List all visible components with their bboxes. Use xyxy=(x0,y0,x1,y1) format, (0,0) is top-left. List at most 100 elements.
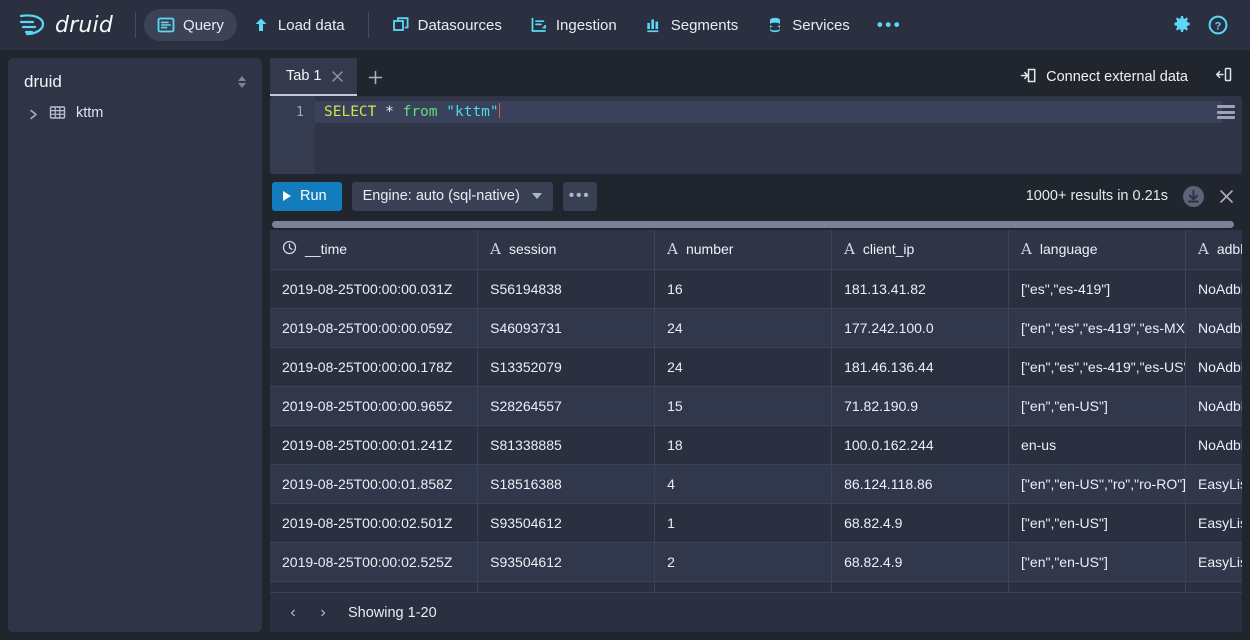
table-cell-language[interactable]: ["es","es-419"] xyxy=(1009,269,1186,308)
close-results-icon[interactable] xyxy=(1219,189,1234,204)
sql-query-line[interactable]: SELECT * from "kttm" xyxy=(315,101,1222,123)
engine-selector[interactable]: Engine: auto (sql-native) xyxy=(352,182,553,211)
nav-more-button[interactable]: ••• xyxy=(865,20,914,30)
table-cell-session[interactable]: S18516388 xyxy=(478,464,655,503)
table-cell-__time[interactable]: 2019-08-25T00:00:02.688Z xyxy=(270,581,478,592)
table-cell-client_ip[interactable]: 71.82.190.9 xyxy=(832,386,1009,425)
more-options-button[interactable]: ••• xyxy=(563,182,597,211)
column-header-adblock_list[interactable]: A adblock_list xyxy=(1186,230,1242,269)
horizontal-scrollbar[interactable] xyxy=(270,218,1242,230)
table-cell-number[interactable]: 15 xyxy=(655,386,832,425)
sql-editor[interactable]: 1 SELECT * from "kttm" xyxy=(270,96,1242,174)
table-cell-client_ip[interactable]: 86.124.118.86 xyxy=(832,464,1009,503)
next-page-button[interactable]: › xyxy=(310,600,336,626)
prev-page-button[interactable]: ‹ xyxy=(280,600,306,626)
column-header-number[interactable]: A number xyxy=(655,230,832,269)
table-cell-session[interactable]: S81338885 xyxy=(478,425,655,464)
run-button[interactable]: Run xyxy=(272,182,342,211)
table-cell-language[interactable]: ["en","en-US"] xyxy=(1009,542,1186,581)
nav-item-datasources[interactable]: Datasources xyxy=(379,9,515,41)
table-cell-session[interactable]: S10002483 xyxy=(478,581,655,592)
table-cell-__time[interactable]: 2019-08-25T00:00:00.031Z xyxy=(270,269,478,308)
table-cell-adblock_list[interactable]: EasyList xyxy=(1186,464,1242,503)
table-cell-language[interactable]: ["en","es","es-419","es-US"] xyxy=(1009,347,1186,386)
table-cell-session[interactable]: S28264557 xyxy=(478,386,655,425)
table-cell-language[interactable]: ["en","es","es-419","es-MX"] xyxy=(1009,308,1186,347)
column-header-__time[interactable]: __time xyxy=(270,230,478,269)
table-cell-session[interactable]: S93504612 xyxy=(478,503,655,542)
table-cell-number[interactable]: 4 xyxy=(655,464,832,503)
gear-icon[interactable] xyxy=(1172,15,1192,35)
table-cell-adblock_list[interactable]: NoAdblock xyxy=(1186,386,1242,425)
table-row[interactable]: 2019-08-25T00:00:01.858ZS18516388486.124… xyxy=(270,464,1242,503)
close-icon[interactable] xyxy=(331,70,344,83)
table-cell-adblock_list[interactable]: NoAdblock xyxy=(1186,308,1242,347)
nav-item-ingestion[interactable]: Ingestion xyxy=(517,9,630,41)
nav-item-services[interactable]: Services xyxy=(753,9,863,41)
table-cell-__time[interactable]: 2019-08-25T00:00:00.178Z xyxy=(270,347,478,386)
table-cell-number[interactable]: 24 xyxy=(655,347,832,386)
table-cell-adblock_list[interactable]: NoAdblock xyxy=(1186,347,1242,386)
brand-logo[interactable]: druid xyxy=(18,13,127,38)
connect-external-data-button[interactable]: Connect external data xyxy=(1011,62,1197,93)
table-cell-client_ip[interactable]: 177.242.100.0 xyxy=(832,308,1009,347)
table-cell-language[interactable]: en-us xyxy=(1009,425,1186,464)
table-cell-adblock_list[interactable]: NoAdblock xyxy=(1186,581,1242,592)
table-cell-language[interactable]: ["en","en-US","ro","ro-RO"] xyxy=(1009,464,1186,503)
table-cell-language[interactable]: en-us xyxy=(1009,581,1186,592)
table-cell-client_ip[interactable]: 68.82.4.9 xyxy=(832,503,1009,542)
schema-selector[interactable]: druid xyxy=(8,66,262,98)
table-cell-__time[interactable]: 2019-08-25T00:00:02.525Z xyxy=(270,542,478,581)
table-cell-__time[interactable]: 2019-08-25T00:00:00.059Z xyxy=(270,308,478,347)
table-cell-session[interactable]: S93504612 xyxy=(478,542,655,581)
table-row[interactable]: 2019-08-25T00:00:00.178ZS1335207924181.4… xyxy=(270,347,1242,386)
table-cell-__time[interactable]: 2019-08-25T00:00:00.965Z xyxy=(270,386,478,425)
chevron-right-icon[interactable] xyxy=(28,107,39,118)
tab-tab-1[interactable]: Tab 1 xyxy=(270,58,357,96)
column-header-client_ip[interactable]: A client_ip xyxy=(832,230,1009,269)
editor-code-area[interactable]: SELECT * from "kttm" xyxy=(315,96,1242,174)
add-tab-button[interactable] xyxy=(357,58,393,96)
table-cell-adblock_list[interactable]: NoAdblock xyxy=(1186,269,1242,308)
table-cell-number[interactable]: 1 xyxy=(655,503,832,542)
table-cell-__time[interactable]: 2019-08-25T00:00:01.858Z xyxy=(270,464,478,503)
collapse-panel-button[interactable] xyxy=(1211,62,1236,92)
table-cell-__time[interactable]: 2019-08-25T00:00:01.241Z xyxy=(270,425,478,464)
table-cell-adblock_list[interactable]: EasyList xyxy=(1186,503,1242,542)
table-row[interactable]: 2019-08-25T00:00:02.688ZS10002483672.93.… xyxy=(270,581,1242,592)
table-cell-number[interactable]: 16 xyxy=(655,269,832,308)
table-row[interactable]: 2019-08-25T00:00:00.059ZS4609373124177.2… xyxy=(270,308,1242,347)
nav-item-query[interactable]: Query xyxy=(144,9,237,41)
column-header-session[interactable]: A session xyxy=(478,230,655,269)
hamburger-menu-icon[interactable] xyxy=(1215,102,1237,122)
nav-item-segments[interactable]: Segments xyxy=(632,9,752,41)
nav-item-load-data[interactable]: Load data xyxy=(239,9,358,41)
table-cell-language[interactable]: ["en","en-US"] xyxy=(1009,503,1186,542)
table-cell-session[interactable]: S13352079 xyxy=(478,347,655,386)
help-icon[interactable]: ? xyxy=(1208,15,1228,35)
table-cell-number[interactable]: 18 xyxy=(655,425,832,464)
table-cell-__time[interactable]: 2019-08-25T00:00:02.501Z xyxy=(270,503,478,542)
table-cell-adblock_list[interactable]: NoAdblock xyxy=(1186,425,1242,464)
table-cell-client_ip[interactable]: 181.46.136.44 xyxy=(832,347,1009,386)
table-row[interactable]: 2019-08-25T00:00:02.525ZS93504612268.82.… xyxy=(270,542,1242,581)
table-cell-client_ip[interactable]: 72.93.52.73 xyxy=(832,581,1009,592)
table-cell-number[interactable]: 24 xyxy=(655,308,832,347)
horizontal-scrollbar-thumb[interactable] xyxy=(272,221,1234,228)
table-cell-adblock_list[interactable]: EasyList xyxy=(1186,542,1242,581)
table-row[interactable]: 2019-08-25T00:00:02.501ZS93504612168.82.… xyxy=(270,503,1242,542)
sidebar-item-kttm[interactable]: kttm xyxy=(8,98,262,127)
results-table-scroll[interactable]: __time A session A xyxy=(270,230,1242,592)
table-cell-number[interactable]: 6 xyxy=(655,581,832,592)
table-cell-client_ip[interactable]: 68.82.4.9 xyxy=(832,542,1009,581)
table-cell-session[interactable]: S56194838 xyxy=(478,269,655,308)
table-cell-client_ip[interactable]: 181.13.41.82 xyxy=(832,269,1009,308)
table-cell-session[interactable]: S46093731 xyxy=(478,308,655,347)
table-row[interactable]: 2019-08-25T00:00:00.031ZS5619483816181.1… xyxy=(270,269,1242,308)
table-row[interactable]: 2019-08-25T00:00:01.241ZS8133888518100.0… xyxy=(270,425,1242,464)
table-cell-language[interactable]: ["en","en-US"] xyxy=(1009,386,1186,425)
table-cell-client_ip[interactable]: 100.0.162.244 xyxy=(832,425,1009,464)
table-cell-number[interactable]: 2 xyxy=(655,542,832,581)
download-icon[interactable] xyxy=(1183,186,1204,207)
column-header-language[interactable]: A language xyxy=(1009,230,1186,269)
